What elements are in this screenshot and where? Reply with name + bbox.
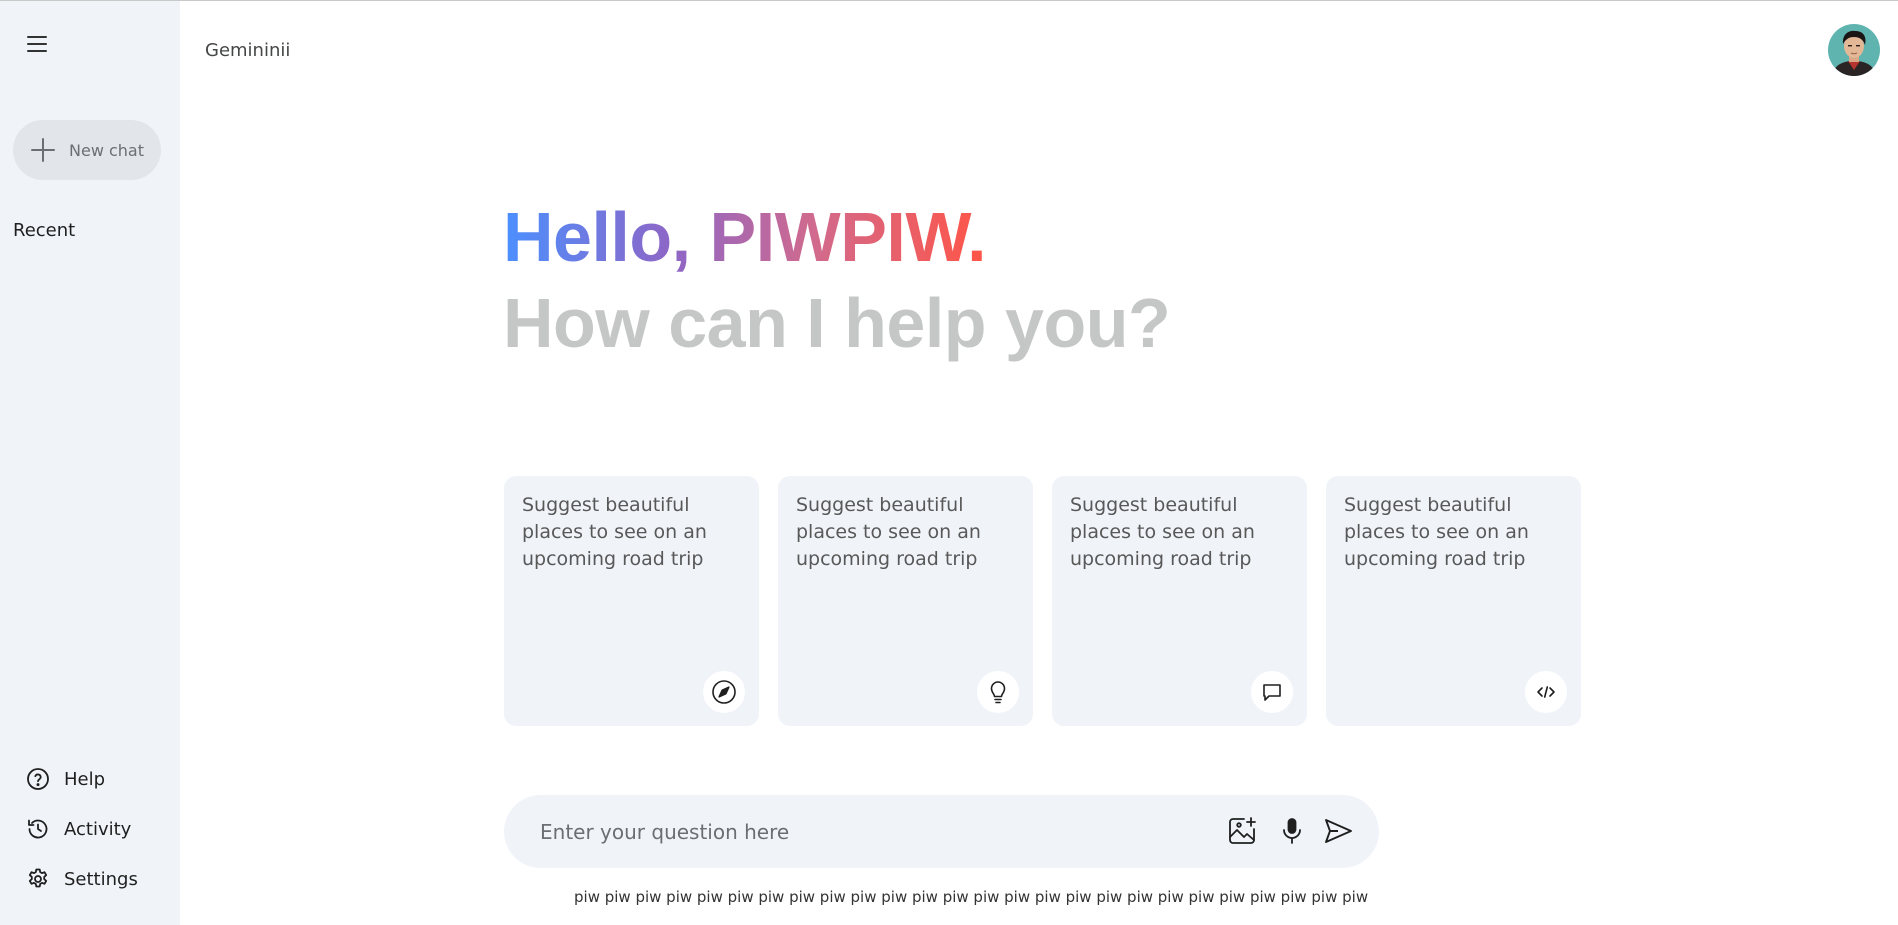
suggestion-text: Suggest beautiful places to see on an up…	[796, 494, 981, 570]
prompt-bar	[504, 795, 1379, 868]
card-icon-badge	[1525, 671, 1567, 713]
greeting: Hello, PIWPIW. How can I help you?	[503, 196, 1171, 364]
suggestion-text: Suggest beautiful places to see on an up…	[522, 494, 707, 570]
suggestion-text: Suggest beautiful places to see on an up…	[1344, 494, 1529, 570]
card-icon-badge	[977, 671, 1019, 713]
help-icon	[27, 768, 49, 790]
code-icon	[1537, 686, 1555, 698]
suggestion-cards: Suggest beautiful places to see on an up…	[504, 476, 1581, 726]
app-title: Gemininii	[205, 40, 291, 61]
gear-icon	[28, 868, 48, 888]
sidebar: New chat Recent Help Activity Settings	[0, 1, 180, 925]
greeting-subtitle: How can I help you?	[503, 284, 1171, 362]
sidebar-item-label: Activity	[64, 818, 132, 840]
footer-text: piw piw piw piw piw piw piw piw piw piw …	[574, 888, 1369, 906]
user-avatar[interactable]	[1828, 24, 1880, 76]
menu-icon[interactable]	[22, 31, 52, 57]
greeting-hello: Hello, PIWPIW.	[503, 198, 987, 276]
suggestion-card[interactable]: Suggest beautiful places to see on an up…	[1052, 476, 1307, 726]
add-image-icon[interactable]	[1226, 815, 1258, 847]
sidebar-item-label: Settings	[64, 868, 138, 890]
sidebar-item-help[interactable]: Help	[26, 754, 138, 804]
sidebar-item-activity[interactable]: Activity	[26, 804, 138, 854]
suggestion-text: Suggest beautiful places to see on an up…	[1070, 494, 1255, 570]
sidebar-bottom-menu: Help Activity Settings	[26, 754, 138, 904]
recent-heading: Recent	[13, 220, 76, 241]
plus-icon	[31, 138, 55, 162]
card-icon-badge	[1251, 671, 1293, 713]
microphone-icon[interactable]	[1276, 815, 1308, 847]
top-border	[0, 0, 1898, 1]
lightbulb-icon	[990, 681, 1006, 704]
send-icon[interactable]	[1322, 815, 1354, 847]
new-chat-label: New chat	[69, 140, 144, 160]
sidebar-item-settings[interactable]: Settings	[26, 854, 138, 904]
suggestion-card[interactable]: Suggest beautiful places to see on an up…	[1326, 476, 1581, 726]
suggestion-card[interactable]: Suggest beautiful places to see on an up…	[778, 476, 1033, 726]
message-icon	[1263, 684, 1281, 701]
new-chat-button[interactable]: New chat	[13, 120, 161, 180]
history-icon	[28, 819, 48, 839]
card-icon-badge	[703, 671, 745, 713]
compass-icon	[712, 680, 736, 704]
sidebar-item-label: Help	[64, 768, 106, 790]
suggestion-card[interactable]: Suggest beautiful places to see on an up…	[504, 476, 759, 726]
question-input[interactable]	[540, 813, 1180, 851]
avatar-image	[1828, 24, 1880, 76]
